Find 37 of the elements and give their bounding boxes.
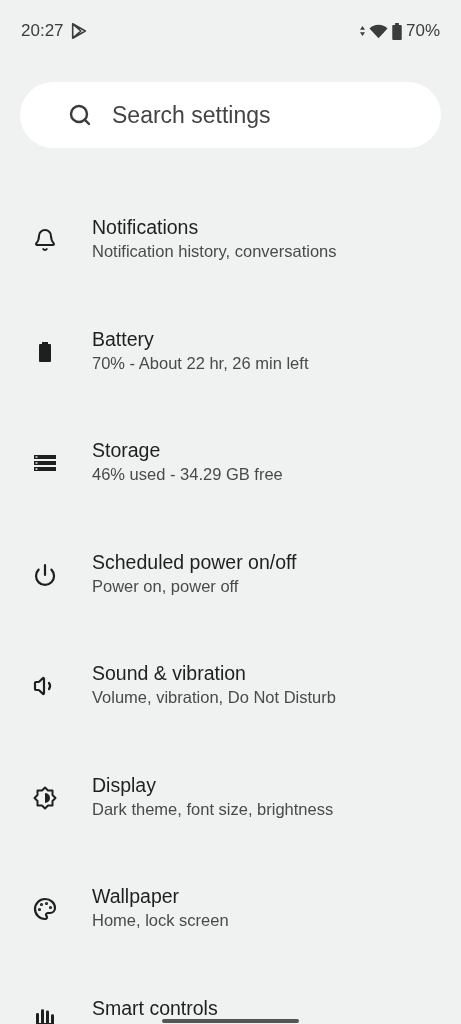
item-title: Scheduled power on/off: [92, 551, 297, 572]
brightness-icon: [33, 785, 57, 810]
item-subtitle: Notification history, conversations: [92, 241, 337, 262]
search-icon: [68, 103, 92, 127]
settings-item[interactable]: Notifications Notification history, conversations: [0, 186, 461, 298]
item-subtitle: Dark theme, font size, brightness: [92, 798, 334, 820]
item-subtitle: 70% - About 22 hr, 26 min left: [92, 352, 309, 374]
palette-icon: [33, 897, 57, 921]
play-icon: [69, 22, 88, 40]
item-subtitle: 46% used - 34.29 GB free: [92, 464, 283, 485]
item-title: Wallpaper: [92, 886, 181, 906]
item-title: Display: [92, 774, 157, 795]
item-subtitle: Volume, vibration, Do Not Disturb: [92, 687, 336, 708]
settings-item[interactable]: Battery 70% - About 22 hr, 26 min left: [0, 297, 461, 409]
item-title: Battery: [92, 328, 155, 349]
settings-item[interactable]: Wallpaper Home, lock screen: [0, 855, 461, 967]
settings-item[interactable]: Smart controls: [0, 966, 461, 1024]
item-title: Notifications: [92, 217, 200, 237]
battery-status-icon: [391, 22, 402, 40]
settings-item[interactable]: Storage 46% used - 34.29 GB free: [0, 409, 461, 521]
home-indicator[interactable]: [162, 1019, 299, 1023]
item-title: Storage: [92, 440, 162, 460]
data-arrows-icon: [359, 25, 365, 37]
search-field[interactable]: Search settings: [112, 97, 441, 133]
settings-item[interactable]: Display Dark theme, font size, brightness: [0, 743, 461, 855]
power-icon: [33, 562, 57, 587]
item-title: Smart controls: [92, 997, 218, 1018]
settings-item[interactable]: Scheduled power on/off Power on, power off: [0, 520, 461, 632]
wifi-icon: [368, 23, 388, 39]
status-time: 20:27: [21, 20, 64, 43]
settings-item[interactable]: Sound & vibration Volume, vibration, Do Not Disturb: [0, 632, 461, 744]
item-subtitle: Home, lock screen: [92, 910, 229, 931]
battery-percent: 70%: [405, 20, 440, 43]
search-bar[interactable]: Search settings: [20, 82, 441, 148]
item-title: Sound & vibration: [92, 663, 247, 683]
bell-icon: [33, 228, 57, 252]
item-subtitle: Power on, power off: [92, 575, 240, 597]
